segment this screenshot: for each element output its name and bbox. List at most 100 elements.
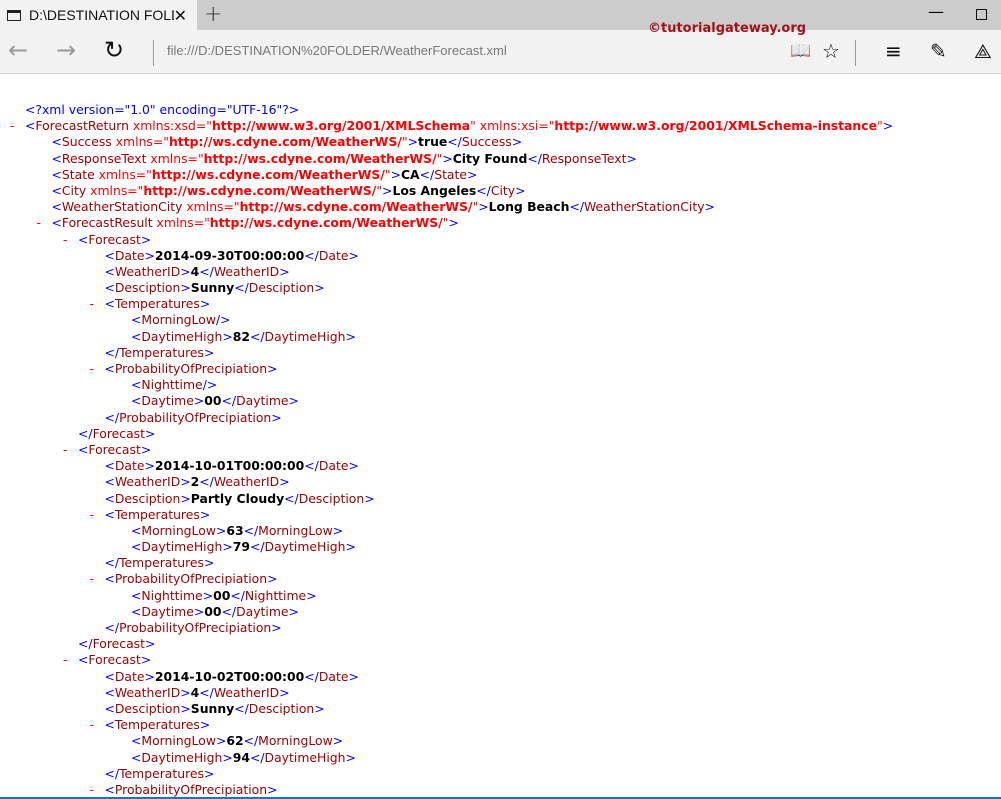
xml-line: <Date>2014-09-30T00:00:00</Date> — [0, 248, 1001, 264]
bracket: < — [25, 118, 36, 134]
bracket: </ — [249, 328, 265, 344]
tag-name: Forecast — [88, 652, 141, 668]
bracket: > — [215, 733, 227, 749]
collapse-toggle[interactable]: - — [90, 361, 94, 377]
bracket: </ — [476, 182, 491, 198]
bracket: < — [104, 506, 115, 522]
xml-line: <Desciption>Partly Cloudy</Desciption> — [0, 491, 1001, 507]
tag-name: ProbabilityOfPrecipiation — [114, 571, 268, 587]
bracket: </ — [104, 409, 120, 425]
reading-view-icon[interactable]: 📖 — [790, 39, 811, 63]
bracket: > — [348, 247, 359, 263]
collapse-toggle[interactable]: - — [90, 571, 94, 587]
element-value: 63 — [226, 522, 244, 538]
collapse-toggle[interactable]: - — [10, 118, 14, 134]
bracket: > — [390, 166, 401, 182]
xml-line: <MorningLow/> — [0, 312, 1001, 328]
bracket: </ — [527, 150, 542, 166]
collapse-toggle[interactable]: - — [90, 507, 94, 523]
tag-name: State — [434, 166, 468, 182]
tag-name: Date — [318, 247, 349, 263]
bracket: < — [131, 328, 142, 344]
bracket: < — [131, 393, 142, 409]
xml-line: <Nighttime>00</Nighttime> — [0, 588, 1001, 604]
xml-line: - <ProbabilityOfPrecipiation> — [0, 782, 1001, 798]
xml-line: </ProbabilityOfPrecipiation> — [0, 410, 1001, 426]
collapse-toggle[interactable]: - — [90, 782, 94, 798]
element-value: 4 — [190, 263, 200, 279]
bracket: < — [104, 781, 115, 797]
tag-name: Nighttime — [244, 587, 307, 603]
web-note-icon[interactable]: ✎ — [930, 39, 947, 63]
collapse-toggle[interactable]: - — [90, 296, 94, 312]
bracket: > — [448, 215, 459, 231]
bracket: > — [271, 620, 282, 635]
bracket: < — [131, 312, 142, 328]
bracket: < — [104, 361, 115, 376]
hub-icon[interactable]: ≡ — [885, 39, 902, 63]
bracket: > — [348, 458, 359, 474]
address-bar[interactable]: file:///D:/DESTINATION%20FOLDER/WeatherF… — [167, 43, 507, 58]
element-value: Partly Cloudy — [190, 490, 285, 506]
xml-line: - <ForecastReturn xmlns:xsd="http://www.w… — [0, 118, 1001, 134]
tag-name: State — [61, 166, 95, 182]
element-value: Sunny — [190, 280, 235, 296]
attribute-value: http://ws.cdyne.com/WeatherWS/ — [151, 166, 385, 182]
xml-line: - <Forecast> — [0, 232, 1001, 248]
bracket: > — [180, 263, 191, 279]
new-tab-button[interactable]: + — [204, 2, 222, 27]
close-tab-icon[interactable]: ✕ — [174, 6, 187, 25]
refresh-icon[interactable]: ↻ — [104, 38, 124, 62]
bracket: </ — [104, 765, 120, 781]
xml-viewer: <?xml version="1.0" encoding="UTF-16"?> -… — [0, 102, 1001, 798]
bracket: > — [279, 474, 290, 490]
element-value: 2014-09-30T00:00:00 — [154, 247, 305, 263]
bracket: > — [144, 668, 155, 684]
back-icon[interactable]: ← — [8, 38, 28, 62]
tag-name: Success — [461, 134, 512, 150]
xml-line: <MorningLow>62</MorningLow> — [0, 733, 1001, 749]
attribute-value: http://ws.cdyne.com/WeatherWS/ — [143, 182, 377, 198]
collapse-toggle[interactable]: - — [63, 442, 67, 458]
collapse-toggle[interactable]: - — [90, 717, 94, 733]
attribute-name: xmlns:xsi=" — [475, 118, 555, 134]
bracket: > — [145, 425, 156, 441]
tag-name: DaytimeHigh — [141, 328, 223, 344]
bracket: > — [180, 474, 191, 490]
tag-name: Desciption — [114, 490, 181, 506]
xml-line: <Daytime>00</Daytime> — [0, 604, 1001, 620]
tag-name: Daytime — [141, 603, 194, 619]
collapse-toggle[interactable]: - — [37, 215, 41, 231]
xml-line: <Desciption>Sunny</Desciption> — [0, 280, 1001, 296]
collapse-toggle[interactable]: - — [63, 232, 67, 248]
tag-name: Forecast — [92, 425, 145, 441]
tag-name: Date — [114, 668, 145, 684]
collapse-toggle[interactable]: - — [63, 652, 67, 668]
maximize-button[interactable] — [976, 9, 987, 20]
bracket: </ — [243, 522, 259, 538]
share-icon[interactable]: ⟁ — [974, 39, 992, 63]
bracket: > — [180, 684, 191, 700]
browser-tab[interactable]: D:\DESTINATION FOLDE ✕ — [0, 0, 197, 30]
xml-line: <State xmlns="http://ws.cdyne.com/Weathe… — [0, 167, 1001, 183]
tag-name: Success — [61, 134, 112, 150]
element-value: CA — [400, 166, 420, 182]
xml-line: - <Forecast> — [0, 652, 1001, 668]
bracket: < — [131, 539, 142, 555]
xml-line: - <Temperatures> — [0, 507, 1001, 523]
bracket: > — [267, 781, 278, 797]
xml-line: - <Temperatures> — [0, 296, 1001, 312]
watermark: ©tutorialgateway.org — [648, 21, 807, 36]
bracket: < — [104, 474, 115, 490]
bracket: > — [348, 668, 359, 684]
tag-name: Daytime — [236, 393, 289, 409]
forward-icon[interactable]: → — [56, 38, 76, 62]
bracket: < — [104, 296, 115, 312]
tag-name: City — [61, 182, 87, 198]
bracket: > — [180, 700, 191, 716]
tag-name: ResponseText — [541, 150, 627, 166]
xml-line: <Date>2014-10-01T00:00:00</Date> — [0, 458, 1001, 474]
minimize-button[interactable]: — — [928, 2, 944, 21]
bracket: > — [314, 700, 325, 716]
favorite-star-icon[interactable]: ☆ — [822, 39, 840, 63]
